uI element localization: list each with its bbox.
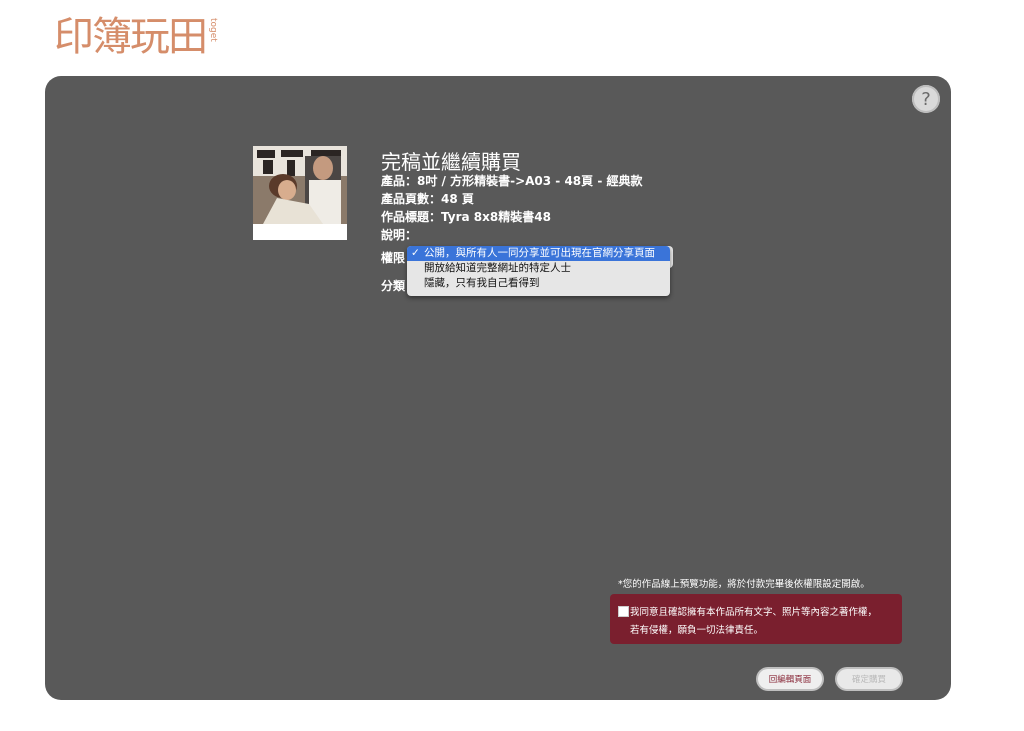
agree-text-line2: 若有侵權，願負一切法律責任。 xyxy=(630,625,764,636)
agree-text-line1: 我同意且確認擁有本作品所有文字、照片等內容之著作權， xyxy=(630,607,878,618)
purchase-panel: ? 完稿並繼續購買 產品：8吋 / 方形精裝書->A03 - 48頁 - 經典款… xyxy=(45,76,951,700)
permission-dropdown[interactable]: ✓ 公開，與所有人一同分享並可出現在官網分享頁面 開放給知道完整網址的特定人士 隱… xyxy=(407,246,670,296)
logo-text: 印簿玩田 xyxy=(54,14,208,60)
product-pages: 產品頁數：48 頁 xyxy=(381,192,474,206)
permission-option-link[interactable]: 開放給知道完整網址的特定人士 xyxy=(407,261,670,276)
agree-checkbox[interactable] xyxy=(618,606,629,617)
photo-image xyxy=(253,146,347,240)
logo-subtext: toget xyxy=(208,18,218,42)
back-to-edit-button[interactable]: 回編輯頁面 xyxy=(758,669,822,689)
permission-label: 權限 xyxy=(381,251,406,265)
product-thumbnail xyxy=(253,146,347,240)
category-label: 分類 xyxy=(381,279,406,293)
confirm-purchase-button[interactable]: 確定購買 xyxy=(837,669,901,689)
preview-note: *您的作品線上預覽功能，將於付款完畢後依權限設定開啟。 xyxy=(618,579,870,590)
check-icon: ✓ xyxy=(411,247,420,259)
permission-option-hidden[interactable]: 隱藏，只有我自己看得到 xyxy=(407,276,670,291)
product-name: 產品：8吋 / 方形精裝書->A03 - 48頁 - 經典款 xyxy=(381,174,643,188)
permission-option-public[interactable]: ✓ 公開，與所有人一同分享並可出現在官網分享頁面 xyxy=(407,246,670,261)
product-title: 作品標題：Tyra 8x8精裝書48 xyxy=(381,210,551,224)
help-icon: ? xyxy=(921,88,931,110)
page-title: 完稿並繼續購買 xyxy=(381,150,521,174)
product-description: 說明： xyxy=(381,228,418,242)
copyright-agreement: 我同意且確認擁有本作品所有文字、照片等內容之著作權， 若有侵權，願負一切法律責任… xyxy=(610,594,902,644)
help-button[interactable]: ? xyxy=(912,85,940,113)
brand-logo[interactable]: 印簿玩田 toget xyxy=(54,12,218,62)
